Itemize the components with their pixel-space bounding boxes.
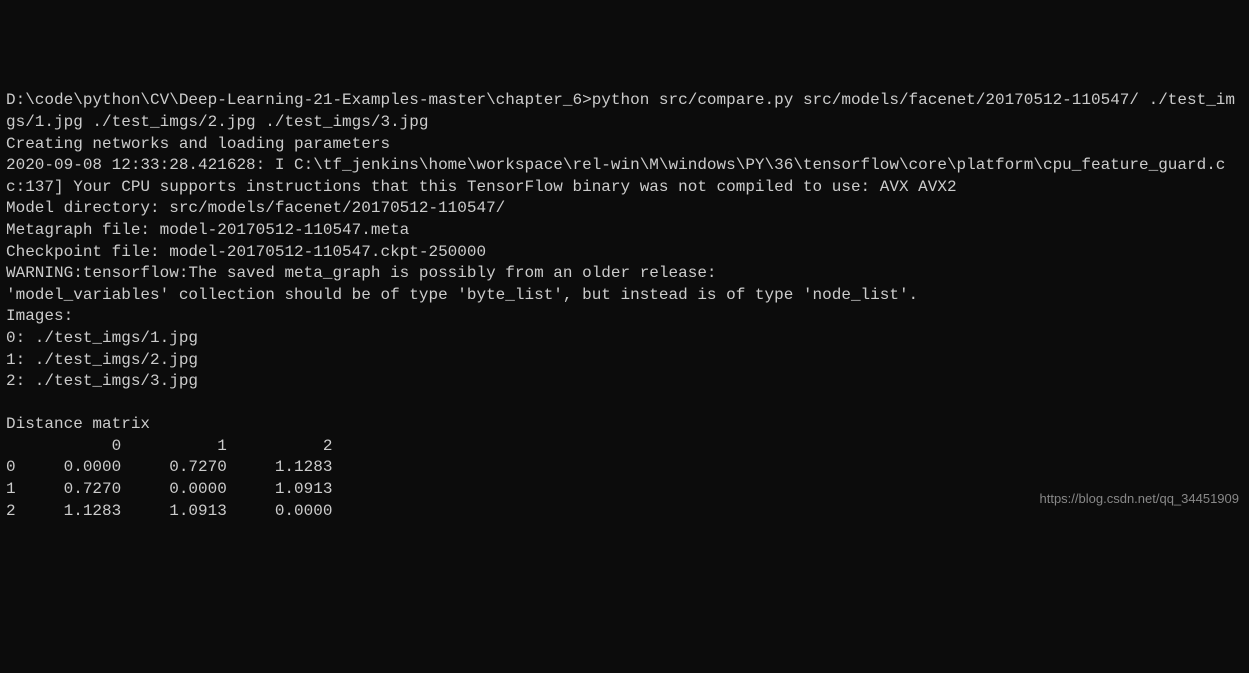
matrix-col-header: 012 bbox=[6, 436, 1243, 458]
terminal-output[interactable]: D:\code\python\CV\Deep-Learning-21-Examp… bbox=[6, 90, 1243, 522]
output-metagraph: Metagraph file: model-20170512-110547.me… bbox=[6, 220, 1243, 242]
blank-line bbox=[6, 393, 1243, 415]
output-image-1: 1: ./test_imgs/2.jpg bbox=[6, 350, 1243, 372]
matrix-row-0: 00.00000.72701.1283 bbox=[6, 457, 1243, 479]
output-model-dir: Model directory: src/models/facenet/2017… bbox=[6, 198, 1243, 220]
watermark-text: https://blog.csdn.net/qq_34451909 bbox=[1040, 490, 1240, 508]
output-tf-log: 2020-09-08 12:33:28.421628: I C:\tf_jenk… bbox=[6, 155, 1243, 198]
output-warning2: 'model_variables' collection should be o… bbox=[6, 285, 1243, 307]
output-images-header: Images: bbox=[6, 306, 1243, 328]
prompt-path: D:\code\python\CV\Deep-Learning-21-Examp… bbox=[6, 91, 592, 109]
output-checkpoint: Checkpoint file: model-20170512-110547.c… bbox=[6, 242, 1243, 264]
output-image-0: 0: ./test_imgs/1.jpg bbox=[6, 328, 1243, 350]
command-line: D:\code\python\CV\Deep-Learning-21-Examp… bbox=[6, 90, 1243, 133]
matrix-header: Distance matrix bbox=[6, 414, 1243, 436]
output-image-2: 2: ./test_imgs/3.jpg bbox=[6, 371, 1243, 393]
output-warning: WARNING:tensorflow:The saved meta_graph … bbox=[6, 263, 1243, 285]
output-creating: Creating networks and loading parameters bbox=[6, 134, 1243, 156]
